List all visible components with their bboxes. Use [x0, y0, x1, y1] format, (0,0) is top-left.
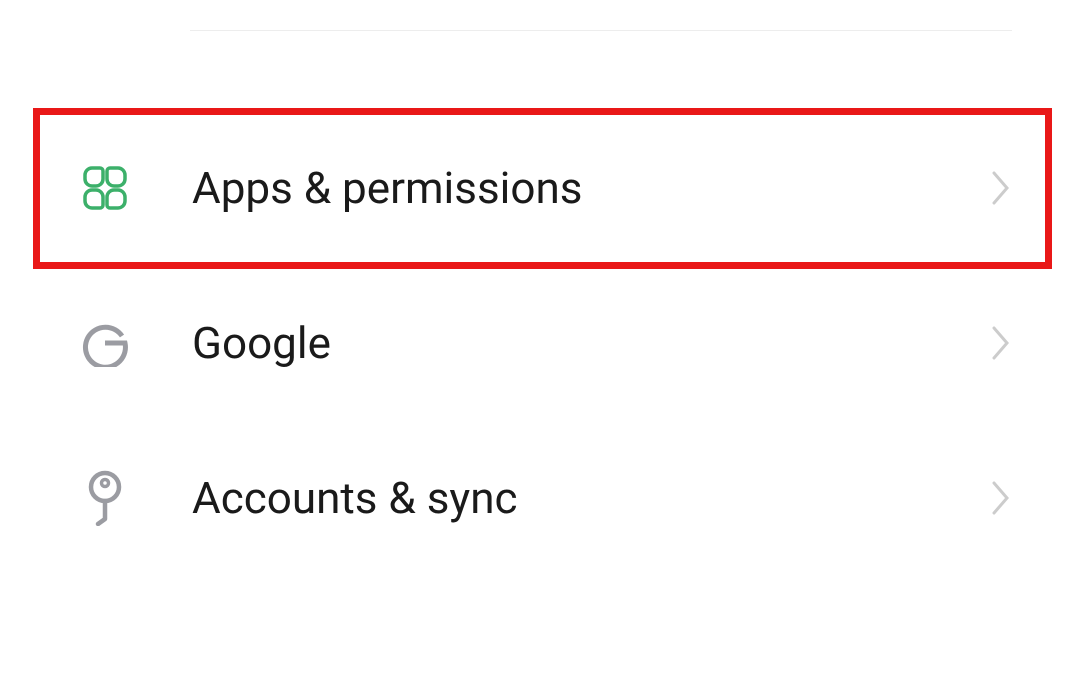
settings-item-label: Apps & permissions: [192, 162, 992, 214]
chevron-right-icon: [992, 481, 1010, 515]
settings-item-label: Google: [192, 317, 992, 369]
key-icon: [80, 473, 130, 523]
settings-item-label: Accounts & sync: [192, 472, 992, 524]
section-divider: [190, 30, 1012, 31]
apps-icon: [80, 163, 130, 213]
chevron-right-icon: [992, 326, 1010, 360]
settings-item-accounts-sync[interactable]: Accounts & sync: [0, 420, 1080, 575]
settings-item-apps-permissions[interactable]: Apps & permissions: [0, 110, 1080, 265]
chevron-right-icon: [992, 171, 1010, 205]
settings-item-google[interactable]: Google: [0, 265, 1080, 420]
google-icon: [80, 318, 130, 368]
settings-list: Apps & permissions Google Ac: [0, 110, 1080, 575]
